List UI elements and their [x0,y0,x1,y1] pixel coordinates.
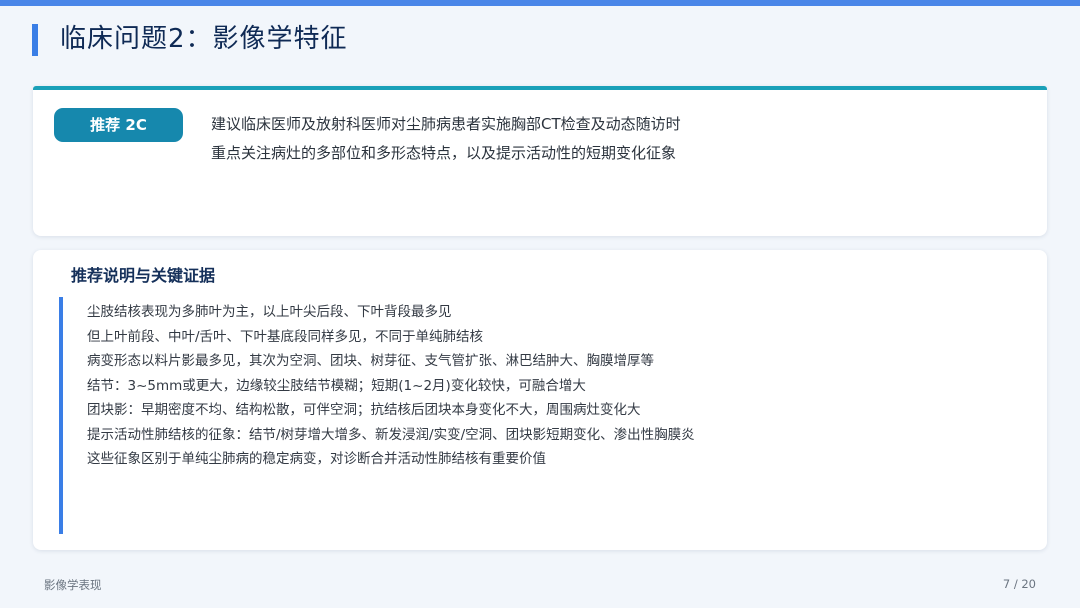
evidence-item: 团块影：早期密度不均、结构松散，可伴空洞；抗结核后团块本身变化不大，周围病灶变化… [87,402,641,418]
explanation-accent-bar [59,297,63,534]
evidence-item: 这些征象区别于单纯尘肺病的稳定病变，对诊断合并活动性肺结核有重要价值 [87,451,546,467]
recommendation-text: 建议临床医师及放射科医师对尘肺病患者实施胸部CT检查及动态随访时 重点关注病灶的… [211,110,681,168]
evidence-item: 尘肢结核表现为多肺叶为主，以上叶尖后段、下叶背段最多见 [87,304,452,320]
explanation-heading: 推荐说明与关键证据 [71,266,216,285]
explanation-card: 推荐说明与关键证据 尘肢结核表现为多肺叶为主，以上叶尖后段、下叶背段最多见 但上… [33,250,1047,550]
top-accent-bar [0,0,1080,6]
page-number: 7 / 20 [1002,577,1036,591]
evidence-list: 尘肢结核表现为多肺叶为主，以上叶尖后段、下叶背段最多见 但上叶前段、中叶/舌叶、… [87,300,695,472]
evidence-item: 结节：3~5mm或更大，边缘较尘肢结节模糊；短期(1~2月)变化较快，可融合增大 [87,377,586,394]
recommendation-badge: 推荐 2C [54,108,183,142]
evidence-item: 但上叶前段、中叶/舌叶、下叶基底段同样多见，不同于单纯肺结核 [87,328,484,345]
title-accent-bar [32,24,38,56]
evidence-item: 提示活动性肺结核的征象：结节/树芽增大增多、新发浸润/实变/空洞、团块影短期变化… [87,426,695,443]
recommendation-line: 建议临床医师及放射科医师对尘肺病患者实施胸部CT检查及动态随访时 [211,115,681,133]
footer-section-label: 影像学表现 [44,578,102,592]
recommendation-card: 推荐 2C 建议临床医师及放射科医师对尘肺病患者实施胸部CT检查及动态随访时 重… [33,86,1047,236]
recommendation-line: 重点关注病灶的多部位和多形态特点，以及提示活动性的短期变化征象 [211,144,677,162]
page-title: 临床问题2：影像学特征 [60,24,348,54]
evidence-item: 病变形态以料片影最多见，其次为空洞、团块、树芽征、支气管扩张、淋巴结肿大、胸膜增… [87,353,654,369]
